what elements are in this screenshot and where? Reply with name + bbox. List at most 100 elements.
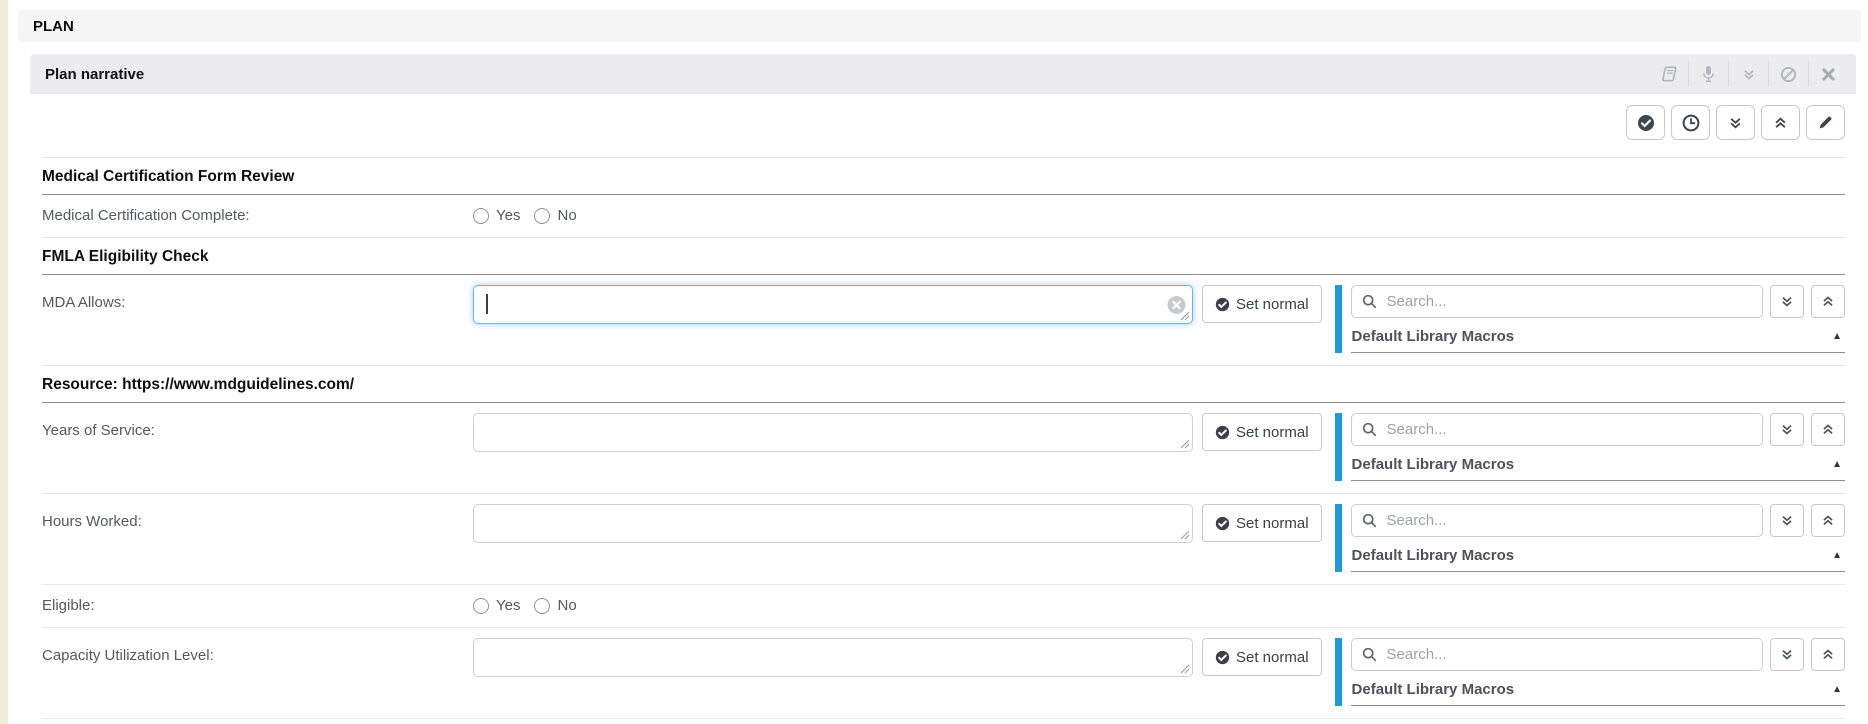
radio-label: No	[557, 207, 576, 224]
search-icon	[1362, 294, 1377, 309]
set-normal-label: Set normal	[1236, 424, 1309, 441]
radio-button[interactable]	[473, 598, 489, 614]
check-circle-icon	[1215, 425, 1230, 440]
macro-accent-bar	[1335, 285, 1342, 353]
field-label: Eligible:	[42, 597, 473, 614]
macro-block: Default Library Macros ▲	[1335, 413, 1845, 481]
macro-search-input[interactable]	[1385, 292, 1752, 311]
resize-handle-icon[interactable]	[1180, 311, 1190, 321]
history-clock-button[interactable]	[1671, 105, 1710, 140]
radio-button[interactable]	[534, 208, 550, 224]
macro-block: Default Library Macros ▲	[1335, 504, 1845, 572]
macro-search-box	[1351, 504, 1763, 537]
book-icon[interactable]	[1649, 61, 1688, 87]
section-heading: FMLA Eligibility Check	[42, 238, 1845, 275]
macros-header[interactable]: Default Library Macros ▲	[1351, 446, 1845, 481]
microphone-icon[interactable]	[1688, 61, 1728, 87]
clock-icon	[1682, 114, 1700, 132]
resize-handle-icon[interactable]	[1180, 439, 1190, 449]
spacer	[42, 140, 1845, 157]
plan-title: PLAN	[33, 18, 74, 35]
macro-search-input[interactable]	[1385, 511, 1752, 530]
triangle-up-icon[interactable]: ▲	[1832, 332, 1842, 342]
macro-search-input[interactable]	[1385, 645, 1752, 664]
resize-handle-icon[interactable]	[1180, 530, 1190, 540]
macros-header[interactable]: Default Library Macros ▲	[1351, 537, 1845, 572]
macro-search-box	[1351, 638, 1763, 671]
macro-expand-button[interactable]	[1811, 504, 1845, 537]
narrative-textarea[interactable]	[473, 413, 1193, 452]
set-normal-button[interactable]: Set normal	[1202, 413, 1322, 451]
radio-label: Yes	[496, 207, 520, 224]
chevrons-down-icon	[1780, 423, 1794, 436]
macro-collapse-button[interactable]	[1770, 504, 1804, 537]
macros-header[interactable]: Default Library Macros ▲	[1351, 318, 1845, 353]
close-icon[interactable]	[1808, 61, 1848, 87]
text-caret	[486, 294, 488, 314]
macros-title: Default Library Macros	[1352, 456, 1515, 473]
macro-expand-button[interactable]	[1811, 413, 1845, 446]
narrative-toolbar	[42, 105, 1845, 140]
radio-field-row: Medical Certification Complete: Yes No	[42, 195, 1845, 237]
triangle-up-icon[interactable]: ▲	[1832, 685, 1842, 695]
narrative-textarea[interactable]	[473, 504, 1193, 543]
macro-field-row: Years of Service: Set normal	[42, 403, 1845, 493]
ban-icon[interactable]	[1768, 61, 1808, 87]
complete-check-button[interactable]	[1626, 105, 1665, 140]
collapse-section-icon[interactable]	[1728, 61, 1768, 87]
radio-option-yes[interactable]: Yes	[473, 207, 520, 224]
triangle-up-icon[interactable]: ▲	[1832, 460, 1842, 470]
macro-accent-bar	[1335, 413, 1342, 481]
macro-collapse-button[interactable]	[1770, 638, 1804, 671]
check-circle-icon	[1215, 297, 1230, 312]
radio-button[interactable]	[534, 598, 550, 614]
narrative-textarea[interactable]	[473, 638, 1193, 677]
search-icon	[1362, 422, 1377, 437]
narrative-form: Medical Certification Form Review Medica…	[42, 157, 1845, 724]
radio-option-yes[interactable]: Yes	[473, 597, 520, 614]
macro-block: Default Library Macros ▲	[1335, 638, 1845, 706]
macro-accent-bar	[1335, 504, 1342, 572]
resize-handle-icon[interactable]	[1180, 664, 1190, 674]
field-label: Years of Service:	[42, 413, 473, 439]
macro-accent-bar	[1335, 638, 1342, 706]
textarea-wrap	[473, 285, 1193, 324]
panel-header-icons	[1649, 61, 1848, 87]
panel-body: Medical Certification Form Review Medica…	[30, 105, 1856, 724]
radio-option-no[interactable]: No	[534, 207, 576, 224]
macro-search-row	[1351, 285, 1845, 318]
check-circle-icon	[1215, 650, 1230, 665]
section-heading: Medical Certification Form Review	[42, 158, 1845, 195]
edit-button[interactable]	[1806, 105, 1845, 140]
set-normal-button[interactable]: Set normal	[1202, 504, 1322, 542]
macro-collapse-button[interactable]	[1770, 285, 1804, 318]
chevrons-up-icon	[1821, 514, 1835, 527]
macro-expand-button[interactable]	[1811, 638, 1845, 671]
set-normal-button[interactable]: Set normal	[1202, 285, 1322, 323]
chevrons-up-icon	[1821, 648, 1835, 661]
triangle-up-icon[interactable]: ▲	[1832, 551, 1842, 561]
radio-button[interactable]	[473, 208, 489, 224]
macro-search-box	[1351, 413, 1763, 446]
macro-collapse-button[interactable]	[1770, 413, 1804, 446]
radio-option-no[interactable]: No	[534, 597, 576, 614]
macro-search-row	[1351, 413, 1845, 446]
chevrons-down-icon	[1780, 648, 1794, 661]
search-icon	[1362, 513, 1377, 528]
field-label: Medical Certification Complete:	[42, 207, 473, 224]
macro-field-row: MDA Allows: Set normal	[42, 275, 1845, 365]
macros-header[interactable]: Default Library Macros ▲	[1351, 671, 1845, 706]
radio-label: Yes	[496, 597, 520, 614]
chevrons-down-icon	[1728, 116, 1743, 130]
chevrons-down-icon	[1780, 295, 1794, 308]
main-area: PLAN Plan narrative	[18, 10, 1861, 724]
macro-expand-button[interactable]	[1811, 285, 1845, 318]
narrative-textarea[interactable]	[473, 285, 1193, 324]
macro-search-input[interactable]	[1385, 420, 1752, 439]
search-icon	[1362, 647, 1377, 662]
expand-all-button[interactable]	[1761, 105, 1800, 140]
macro-search-row	[1351, 638, 1845, 671]
collapse-all-button[interactable]	[1716, 105, 1755, 140]
set-normal-button[interactable]: Set normal	[1202, 638, 1322, 676]
plan-section-header: PLAN	[18, 10, 1861, 42]
